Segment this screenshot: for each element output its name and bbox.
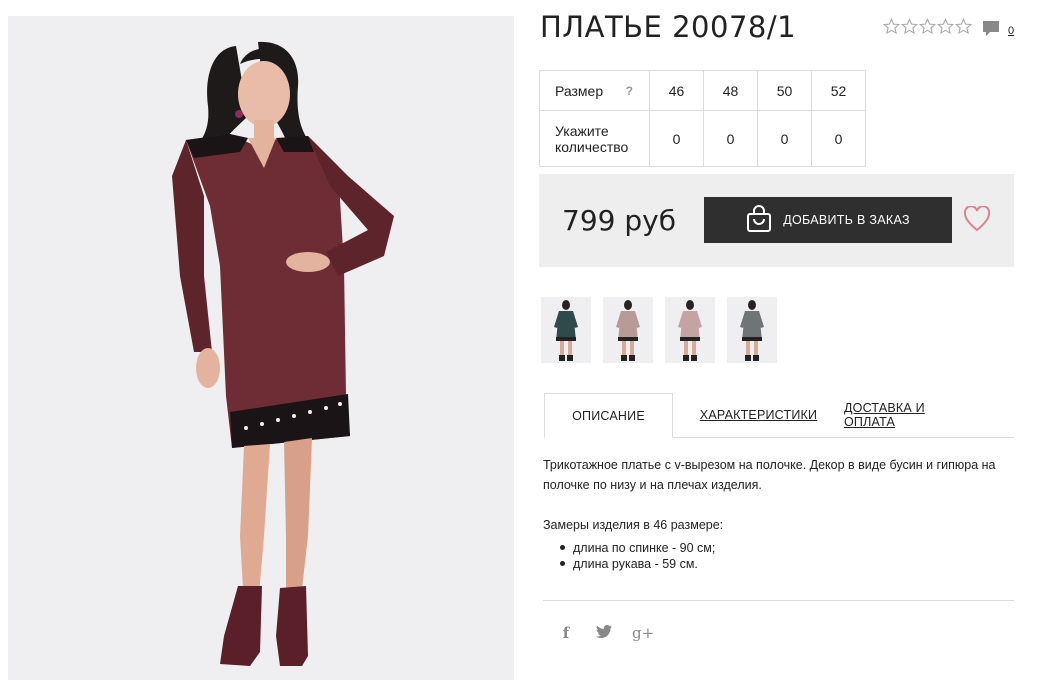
twitter-icon[interactable] (594, 624, 614, 642)
size-label: Размер (555, 82, 604, 99)
star-icon[interactable] (937, 18, 954, 35)
color-thumbnail[interactable] (541, 297, 591, 363)
comment-icon (982, 20, 1000, 42)
size-50: 50 (757, 70, 812, 111)
color-thumbnail[interactable] (603, 297, 653, 363)
star-icon[interactable] (883, 18, 900, 35)
size-help-icon[interactable]: ? (626, 84, 633, 98)
list-item: длина рукава - 59 см. (558, 556, 715, 572)
product-main-image[interactable] (8, 16, 514, 680)
star-icon[interactable] (901, 18, 918, 35)
tab-characteristics[interactable]: ХАРАКТЕРИСТИКИ (673, 393, 844, 437)
social-share: f g+ (556, 624, 654, 642)
quantity-input-52[interactable]: 0 (811, 110, 866, 167)
model-photo (8, 16, 514, 680)
price-box: 799 руб ДОБАВИТЬ В ЗАКАЗ (539, 174, 1014, 267)
size-52: 52 (811, 70, 866, 111)
divider (543, 600, 1014, 601)
facebook-icon[interactable]: f (556, 624, 576, 642)
size-row: Размер ? 46 48 50 52 (539, 70, 866, 111)
quantity-input-50[interactable]: 0 (757, 110, 812, 167)
size-quantity-table: Размер ? 46 48 50 52 Укажите количество … (539, 70, 866, 167)
price: 799 руб (562, 204, 676, 237)
quantity-input-48[interactable]: 0 (703, 110, 758, 167)
size-48: 48 (703, 70, 758, 111)
measures-list: длина по спинке - 90 см; длина рукава - … (558, 540, 715, 572)
size-label-cell: Размер ? (539, 70, 650, 111)
google-plus-icon[interactable]: g+ (632, 624, 654, 642)
product-title: ПЛАТЬЕ 20078/1 (540, 10, 797, 44)
quantity-input-46[interactable]: 0 (649, 110, 704, 167)
comments-link[interactable]: 0 (982, 20, 1014, 42)
comments-count[interactable]: 0 (1008, 25, 1014, 37)
heart-icon[interactable] (963, 205, 991, 237)
rating-stars[interactable] (883, 18, 972, 35)
star-icon[interactable] (919, 18, 936, 35)
color-thumbnail[interactable] (665, 297, 715, 363)
color-thumbnail[interactable] (727, 297, 777, 363)
star-icon[interactable] (955, 18, 972, 35)
product-description: Трикотажное платье с v-вырезом на полочк… (543, 458, 996, 492)
measures-title: Замеры изделия в 46 размере: (543, 518, 724, 532)
shopping-bag-icon (746, 204, 772, 236)
quantity-label: Укажите количество (539, 110, 650, 167)
size-46: 46 (649, 70, 704, 111)
list-item: длина по спинке - 90 см; (558, 540, 715, 556)
tab-description[interactable]: ОПИСАНИЕ (544, 393, 673, 438)
add-to-order-button[interactable]: ДОБАВИТЬ В ЗАКАЗ (704, 197, 952, 243)
product-tabs: ОПИСАНИЕ ХАРАКТЕРИСТИКИ ДОСТАВКА И ОПЛАТ… (544, 393, 1014, 438)
color-thumbnails (541, 297, 777, 363)
tab-delivery-payment[interactable]: ДОСТАВКА И ОПЛАТА (844, 393, 962, 437)
add-to-order-label: ДОБАВИТЬ В ЗАКАЗ (783, 213, 910, 227)
quantity-row: Укажите количество 0 0 0 0 (539, 110, 866, 167)
